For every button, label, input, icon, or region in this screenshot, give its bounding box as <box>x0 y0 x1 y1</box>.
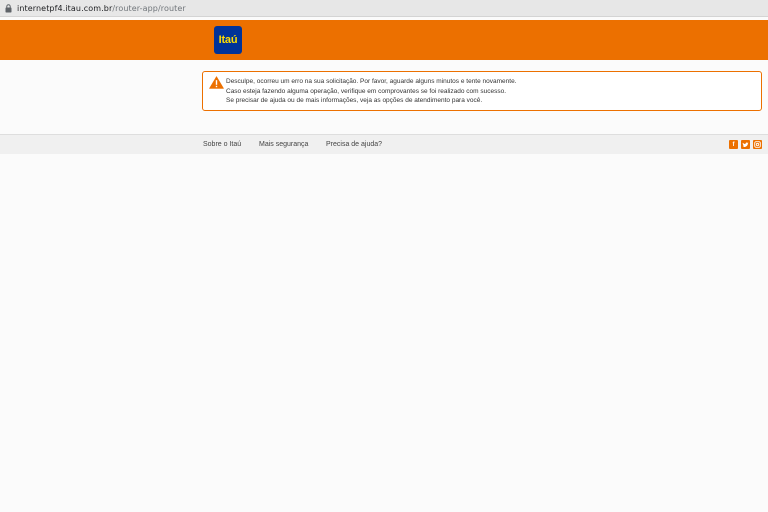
url-path: /router-app/router <box>112 3 186 13</box>
browser-address-bar[interactable]: internetpf4.itau.com.br/router-app/route… <box>0 0 768 17</box>
itau-logo[interactable]: Itaú <box>214 26 242 54</box>
lock-icon <box>5 3 12 12</box>
logo-text: Itaú <box>218 34 238 46</box>
twitter-icon[interactable] <box>741 140 750 149</box>
facebook-icon[interactable]: f <box>729 140 738 149</box>
error-line-2: Caso esteja fazendo alguma operação, ver… <box>226 87 507 95</box>
footer-link-ajuda[interactable]: Precisa de ajuda? <box>326 141 382 148</box>
footer-link-seguranca[interactable]: Mais segurança <box>259 141 308 148</box>
url-host: internetpf4.itau.com.br <box>17 3 113 13</box>
error-message-box: Desculpe, ocorreu um erro na sua solicit… <box>202 71 762 111</box>
header-bar: Itaú <box>0 20 768 60</box>
error-text: Desculpe, ocorreu um erro na sua solicit… <box>226 77 517 106</box>
error-line-3: Se precisar de ajuda ou de mais informaç… <box>226 97 483 104</box>
footer-bar: Sobre o Itaú Mais segurança Precisa de a… <box>0 134 768 154</box>
error-line-1: Desculpe, ocorreu um erro na sua solicit… <box>226 78 517 85</box>
footer-link-sobre[interactable]: Sobre o Itaú <box>203 141 241 148</box>
instagram-icon[interactable] <box>753 140 762 149</box>
warning-icon <box>209 76 224 89</box>
address-url[interactable]: internetpf4.itau.com.br/router-app/route… <box>17 4 186 13</box>
